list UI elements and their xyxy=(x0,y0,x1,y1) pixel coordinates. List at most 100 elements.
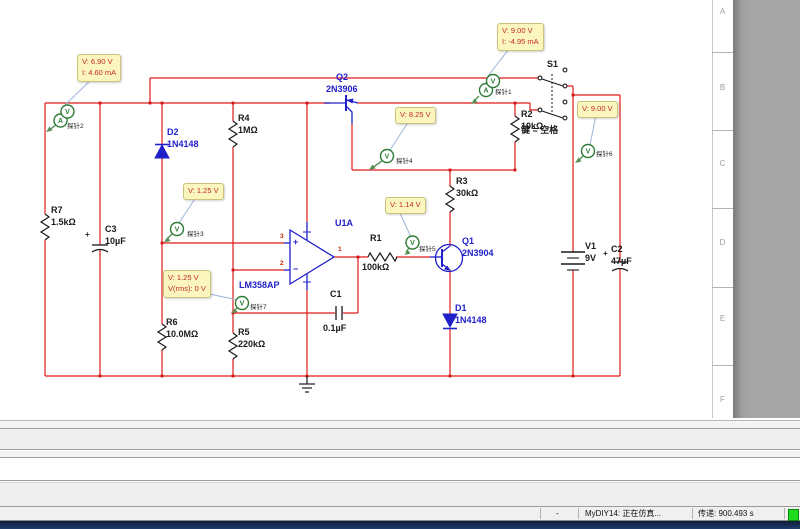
label-D2-ref[interactable]: D2 xyxy=(167,128,179,137)
label-C3-val[interactable]: 10µF xyxy=(105,237,126,246)
probe-6-name[interactable]: 探针6 xyxy=(596,151,613,159)
label-R6-val[interactable]: 10.0MΩ xyxy=(166,330,198,339)
label-D1-ref[interactable]: D1 xyxy=(455,304,467,313)
label-R6-ref[interactable]: R6 xyxy=(166,318,178,327)
label-C1-ref[interactable]: C1 xyxy=(330,290,342,299)
probe-v-glyph: V xyxy=(240,301,245,308)
resistor-R4-symbol xyxy=(227,120,239,148)
sheet-ruler-strip xyxy=(712,0,734,418)
probe-4-name[interactable]: 探针4 xyxy=(396,158,413,166)
probe-6-readout[interactable]: V: 9.00 V xyxy=(577,101,618,118)
status-separator xyxy=(578,508,579,519)
label-S1-key[interactable]: 键 = 空格 xyxy=(521,126,558,135)
ruler-divider xyxy=(712,130,733,131)
probe-5-name[interactable]: 探针5 xyxy=(419,246,436,254)
probe-1-readout[interactable]: V: 9.00 V I: -4.95 mA xyxy=(497,23,544,51)
multisim-window: A V A V V V V V V R7 1.5kΩ + C3 10µF R6 … xyxy=(0,0,800,529)
resistor-R2-symbol xyxy=(509,115,521,143)
label-U1A-ref[interactable]: U1A xyxy=(335,219,353,228)
opamp-plus-sign: + xyxy=(293,237,299,247)
label-Q2-val[interactable]: 2N3906 xyxy=(326,85,358,94)
probe-7-vrms: V(rms): 0 V xyxy=(168,283,206,293)
label-Q1-ref[interactable]: Q1 xyxy=(462,237,474,246)
probe-1-current: I: -4.95 mA xyxy=(502,36,539,46)
switch-S1-symbol[interactable] xyxy=(537,67,568,121)
opamp-U1A-symbol[interactable] xyxy=(284,222,336,290)
label-C2-ref[interactable]: C2 xyxy=(611,245,623,254)
workspace-background xyxy=(733,0,800,418)
ruler-letter-a: A xyxy=(719,7,726,16)
panel-divider xyxy=(0,480,800,481)
label-V1-val[interactable]: 9V xyxy=(585,254,596,263)
probe-a-glyph: A xyxy=(58,118,63,125)
probe-3-icon[interactable]: V xyxy=(164,221,185,243)
label-R1-val[interactable]: 100kΩ xyxy=(362,263,389,272)
ruler-letter-f: F xyxy=(720,395,725,404)
label-Q2-ref[interactable]: Q2 xyxy=(336,73,348,82)
probe-2-voltage: V: 6.90 V xyxy=(82,57,113,66)
label-R5-ref[interactable]: R5 xyxy=(238,328,250,337)
label-R1-ref[interactable]: R1 xyxy=(370,234,382,243)
label-S1-ref[interactable]: S1 xyxy=(547,60,558,69)
probe-7-readout[interactable]: V: 1.25 V V(rms): 0 V xyxy=(163,270,211,298)
label-R3-val[interactable]: 30kΩ xyxy=(456,189,478,198)
label-R5-val[interactable]: 220kΩ xyxy=(238,340,265,349)
probe-2-name[interactable]: 探针2 xyxy=(67,123,84,131)
resistor-R6-symbol xyxy=(156,323,168,351)
label-C3-polarity: + xyxy=(85,230,90,239)
label-R7-ref[interactable]: R7 xyxy=(51,206,63,215)
label-D1-val[interactable]: 1N4148 xyxy=(455,316,487,325)
probe-4-readout[interactable]: V: 8.25 V xyxy=(395,107,436,124)
label-C3-ref[interactable]: C3 xyxy=(105,225,117,234)
opamp-pin-inverting: 2 xyxy=(280,260,284,267)
transistor-Q2-symbol[interactable] xyxy=(324,95,359,124)
probe-3-name[interactable]: 探针3 xyxy=(187,231,204,239)
label-R2-ref[interactable]: R2 xyxy=(521,110,533,119)
probe-v-glyph: V xyxy=(175,227,180,234)
probe-5-readout[interactable]: V: 1.14 V xyxy=(385,197,426,214)
probe-v-glyph: V xyxy=(491,79,496,86)
probe-6-icon[interactable]: V xyxy=(575,143,596,164)
probe-v-glyph: V xyxy=(410,240,415,247)
label-R4-ref[interactable]: R4 xyxy=(238,114,250,123)
probe-3-readout[interactable]: V: 1.25 V xyxy=(183,183,224,200)
ruler-divider xyxy=(712,52,733,53)
label-R3-ref[interactable]: R3 xyxy=(456,177,468,186)
probe-4-icon[interactable]: V xyxy=(369,148,395,171)
status-simulation-message: MyDIY14: 正在仿真... xyxy=(585,509,662,518)
opamp-pin-output: 1 xyxy=(338,246,342,253)
simulation-activity-indicator xyxy=(788,509,799,521)
resistor-R5-symbol xyxy=(227,332,239,360)
resistor-R7-symbol xyxy=(39,213,51,241)
label-C2-val[interactable]: 47µF xyxy=(611,257,632,266)
status-left-value: - xyxy=(556,509,559,518)
label-R4-val[interactable]: 1MΩ xyxy=(238,126,258,135)
ground-symbol[interactable] xyxy=(299,376,315,393)
ruler-divider xyxy=(712,365,733,366)
battery-V1-symbol[interactable] xyxy=(561,251,585,271)
probe-1-name[interactable]: 探针1 xyxy=(495,89,512,97)
probe-5-icon[interactable]: V xyxy=(404,235,420,255)
label-V1-ref[interactable]: V1 xyxy=(585,242,596,251)
probe-2-current: I: 4.60 mA xyxy=(82,67,117,77)
probe-7-name[interactable]: 探针7 xyxy=(250,304,267,312)
label-R7-val[interactable]: 1.5kΩ xyxy=(51,218,76,227)
collapsed-panel xyxy=(0,421,800,428)
panel-divider xyxy=(0,449,800,450)
status-separator xyxy=(540,508,541,519)
label-Q1-val[interactable]: 2N3904 xyxy=(462,249,494,258)
label-C1-val[interactable]: 0.1µF xyxy=(323,324,346,333)
probe-4-voltage: V: 8.25 V xyxy=(400,110,431,119)
label-U1A-val[interactable]: LM358AP xyxy=(239,281,280,290)
probe-3-voltage: V: 1.25 V xyxy=(188,186,219,195)
collapsed-panel xyxy=(0,483,800,506)
probe-v-glyph: V xyxy=(385,154,390,161)
status-separator xyxy=(784,508,785,519)
probe-1-voltage: V: 9.00 V xyxy=(502,26,533,35)
collapsed-panel xyxy=(0,429,800,449)
ruler-letter-d: D xyxy=(719,238,726,247)
windows-taskbar[interactable] xyxy=(0,521,800,529)
probe-2-readout[interactable]: V: 6.90 V I: 4.60 mA xyxy=(77,54,122,82)
probe-6-voltage: V: 9.00 V xyxy=(582,104,613,113)
label-D2-val[interactable]: 1N4148 xyxy=(167,140,199,149)
